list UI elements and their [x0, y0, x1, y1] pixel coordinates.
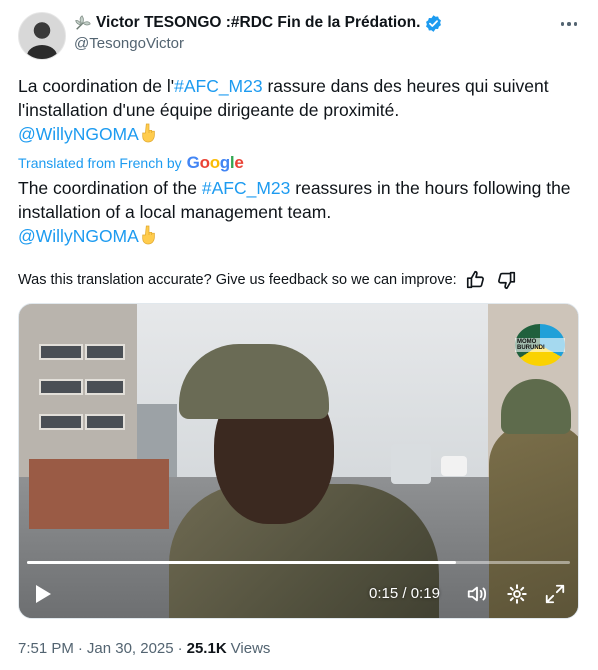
tweet-translated-text: The coordination of the #AFC_M23 reassur…: [18, 176, 578, 248]
meta-dot: ·: [77, 640, 83, 657]
video-player[interactable]: MOMO BURUNDI 0:15 / 0:19: [18, 303, 579, 619]
thumbs-up-icon[interactable]: [465, 269, 487, 291]
fullscreen-icon[interactable]: [543, 582, 567, 606]
more-dot: [573, 22, 578, 26]
more-dot: [560, 22, 565, 26]
translation-feedback: Was this translation accurate? Give us f…: [18, 269, 517, 291]
author-display-name[interactable]: Victor TESONGO :#RDC Fin de la Prédation…: [96, 14, 420, 32]
avatar-shirt: [27, 45, 57, 59]
meta-dot: ·: [177, 640, 183, 657]
video-time: 0:15 / 0:19: [369, 585, 440, 602]
tweet-original-text: La coordination de l'#AFC_M23 rassure da…: [18, 74, 578, 146]
author-name-row[interactable]: Victor TESONGO :#RDC Fin de la Prédation…: [74, 12, 443, 34]
video-wall: [29, 459, 169, 529]
views-count: 25.1K: [186, 640, 227, 657]
verified-badge-icon[interactable]: [424, 14, 443, 33]
settings-gear-icon[interactable]: [505, 582, 529, 606]
video-elapsed: 0:15: [369, 585, 399, 602]
video-watermark: MOMO BURUNDI: [515, 324, 565, 366]
thumbs-down-icon[interactable]: [495, 269, 517, 291]
translated-hashtag-link[interactable]: #AFC_M23: [202, 178, 291, 198]
tweet-date[interactable]: Jan 30, 2025: [87, 640, 174, 657]
translated-text-before: The coordination of the: [18, 178, 202, 198]
translated-from-text: Translated from French by: [18, 155, 182, 171]
feedback-prompt: Was this translation accurate? Give us f…: [18, 272, 457, 288]
original-hashtag-link[interactable]: #AFC_M23: [174, 76, 263, 96]
translated-mention-link[interactable]: @WillyNGOMA: [18, 226, 139, 246]
video-duration: 0:19: [410, 585, 440, 602]
video-controls: 0:15 / 0:19: [19, 570, 578, 618]
watermark-text: MOMO BURUNDI: [515, 338, 565, 352]
pointing-down-emoji: [142, 123, 155, 143]
pointing-down-emoji: [142, 225, 155, 245]
original-text-before: La coordination de l': [18, 76, 175, 96]
tweet-time[interactable]: 7:51 PM: [18, 640, 74, 657]
play-icon[interactable]: [31, 582, 55, 606]
translated-by-label[interactable]: Translated from French by Google: [18, 153, 244, 173]
more-horizontal-icon[interactable]: [558, 14, 580, 34]
video-progress-fill: [27, 561, 456, 564]
video-time-separator: /: [402, 585, 407, 602]
video-bus: [391, 444, 431, 484]
more-dot: [567, 22, 571, 26]
views-label: Views: [230, 640, 271, 657]
original-mention-link[interactable]: @WillyNGOMA: [18, 124, 139, 144]
tweet-meta: 7:51 PM · Jan 30, 2025 · 25.1K Views: [18, 640, 270, 657]
tweet: Victor TESONGO :#RDC Fin de la Prédation…: [0, 0, 598, 670]
avatar[interactable]: [18, 12, 66, 60]
leaf-icon: [75, 15, 91, 30]
google-logo: Google: [186, 153, 244, 172]
video-car: [441, 456, 467, 476]
volume-icon[interactable]: [465, 582, 489, 606]
video-progress-bar[interactable]: [27, 561, 570, 564]
author-handle[interactable]: @TesongoVictor: [74, 35, 184, 52]
